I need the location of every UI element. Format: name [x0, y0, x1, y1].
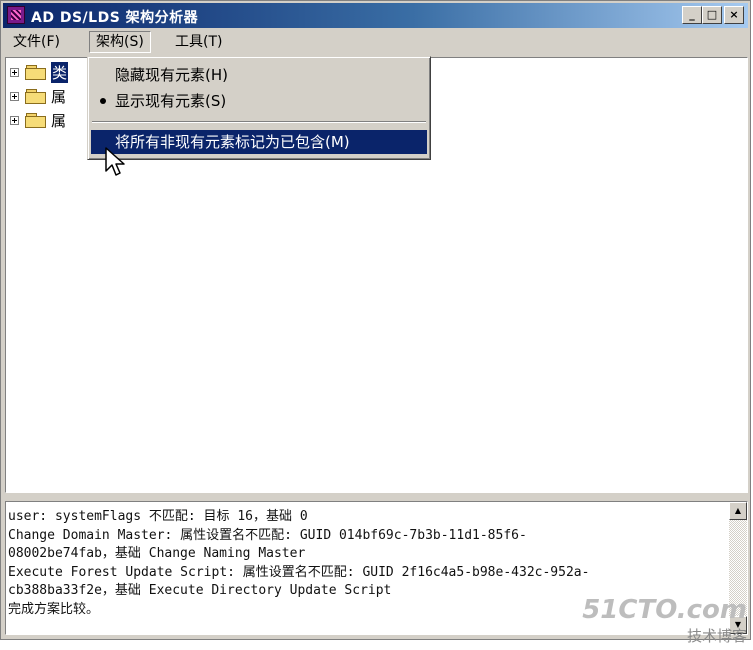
- expand-icon[interactable]: [10, 91, 19, 101]
- menu-bar: 文件(F) 架构(S) 工具(T): [3, 29, 748, 55]
- app-icon: [7, 6, 25, 24]
- tree-node-label: 属: [51, 111, 67, 130]
- expand-icon[interactable]: [10, 115, 19, 125]
- app-window: AD DS/LDS 架构分析器 _ □ × 文件(F) 架构(S) 工具(T) …: [0, 0, 751, 640]
- log-line: user: systemFlags 不匹配: 目标 16，基础 0: [8, 509, 308, 524]
- expand-icon[interactable]: [10, 67, 19, 77]
- tree-node-label: 属: [51, 87, 67, 106]
- mouse-cursor-icon: [105, 147, 125, 176]
- log-line: Execute Forest Update Script: 属性设置名不匹配: …: [8, 564, 590, 580]
- menu-file[interactable]: 文件(F): [7, 31, 66, 53]
- tree-node[interactable]: 类: [10, 61, 69, 83]
- window-title: AD DS/LDS 架构分析器: [31, 10, 199, 26]
- menu-separator: [92, 121, 426, 123]
- menu-item-hide-present[interactable]: 隐藏现有元素(H): [91, 63, 427, 87]
- folder-icon: [25, 88, 47, 104]
- log-line: 08002be74fab，基础 Change Naming Master: [8, 546, 306, 561]
- menu-item-mark-all-included[interactable]: 将所有非现有元素标记为已包含(M): [91, 130, 427, 154]
- menu-schema[interactable]: 架构(S): [89, 31, 151, 53]
- folder-icon: [25, 112, 47, 128]
- window-controls: _ □ ×: [682, 6, 744, 24]
- watermark-site: 51CTO.com: [582, 595, 747, 625]
- tree-node[interactable]: 属: [10, 110, 66, 130]
- title-bar[interactable]: AD DS/LDS 架构分析器 _ □ ×: [3, 3, 748, 28]
- folder-icon: [25, 64, 47, 80]
- minimize-button[interactable]: _: [682, 6, 702, 24]
- watermark: 51CTO.com 技术博客: [582, 595, 747, 646]
- tree-node-label: 类: [51, 61, 69, 83]
- menu-item-label: 显示现有元素(S): [115, 92, 227, 110]
- close-button[interactable]: ×: [724, 6, 744, 24]
- schema-dropdown-menu: 隐藏现有元素(H) 显示现有元素(S) 将所有非现有元素标记为已包含(M): [87, 56, 431, 160]
- menu-item-label: 将所有非现有元素标记为已包含(M): [115, 133, 350, 151]
- radio-bullet-icon: [100, 98, 106, 104]
- menu-item-label: 隐藏现有元素(H): [115, 66, 228, 84]
- menu-item-show-present[interactable]: 显示现有元素(S): [91, 89, 427, 113]
- tree-node[interactable]: 属: [10, 86, 66, 106]
- log-line: Change Domain Master: 属性设置名不匹配: GUID 014…: [8, 527, 527, 543]
- watermark-tagline: 技术博客: [686, 627, 747, 645]
- maximize-button[interactable]: □: [702, 6, 722, 24]
- menu-tools[interactable]: 工具(T): [169, 31, 228, 53]
- scroll-up-icon[interactable]: ▲: [729, 502, 747, 520]
